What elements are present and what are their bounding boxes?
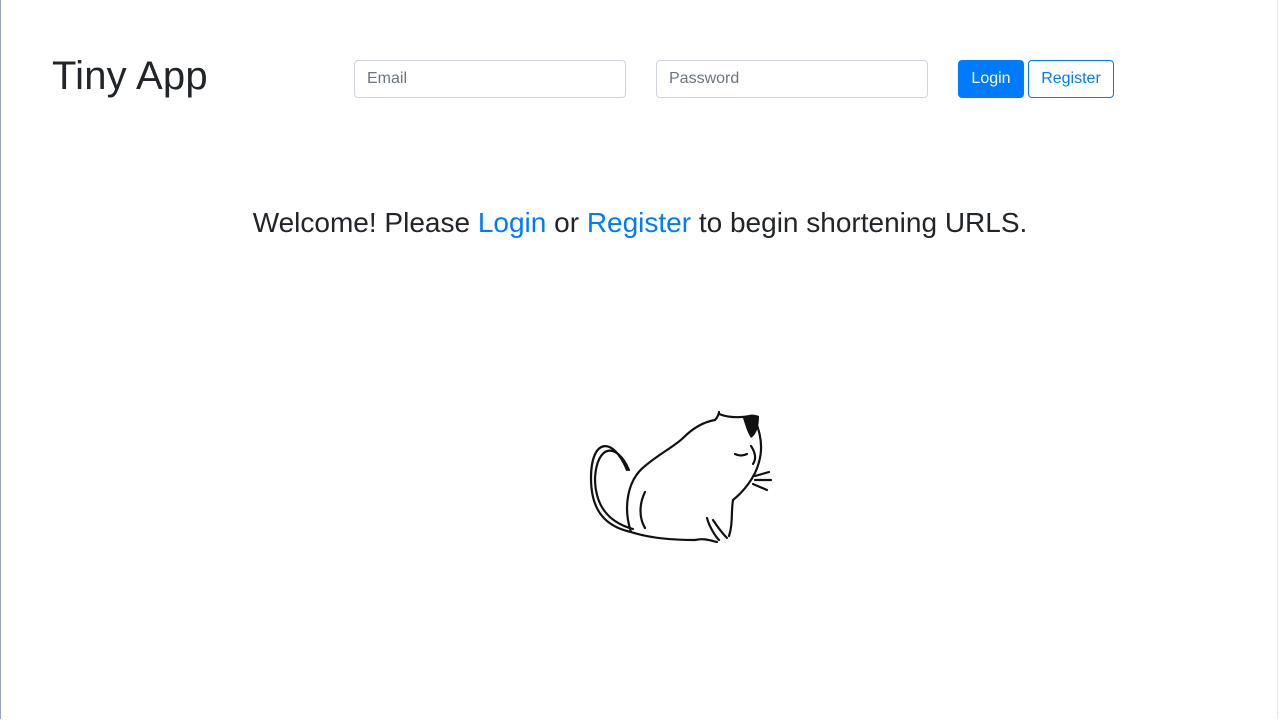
email-input[interactable] bbox=[354, 60, 626, 98]
page: Tiny App Login Register Welcome! Please … bbox=[0, 0, 1278, 719]
welcome-message: Welcome! Please Login or Register to beg… bbox=[1, 204, 1279, 242]
register-link[interactable]: Register bbox=[587, 207, 691, 238]
welcome-prefix: Welcome! Please bbox=[252, 207, 478, 238]
login-link[interactable]: Login bbox=[478, 207, 547, 238]
cat-sketch-icon bbox=[589, 410, 773, 544]
welcome-middle: or bbox=[546, 207, 587, 238]
brand-title[interactable]: Tiny App bbox=[52, 52, 208, 100]
login-button[interactable]: Login bbox=[958, 60, 1024, 98]
register-button[interactable]: Register bbox=[1028, 60, 1114, 98]
welcome-suffix: to begin shortening URLS. bbox=[691, 207, 1028, 238]
password-input[interactable] bbox=[656, 60, 928, 98]
